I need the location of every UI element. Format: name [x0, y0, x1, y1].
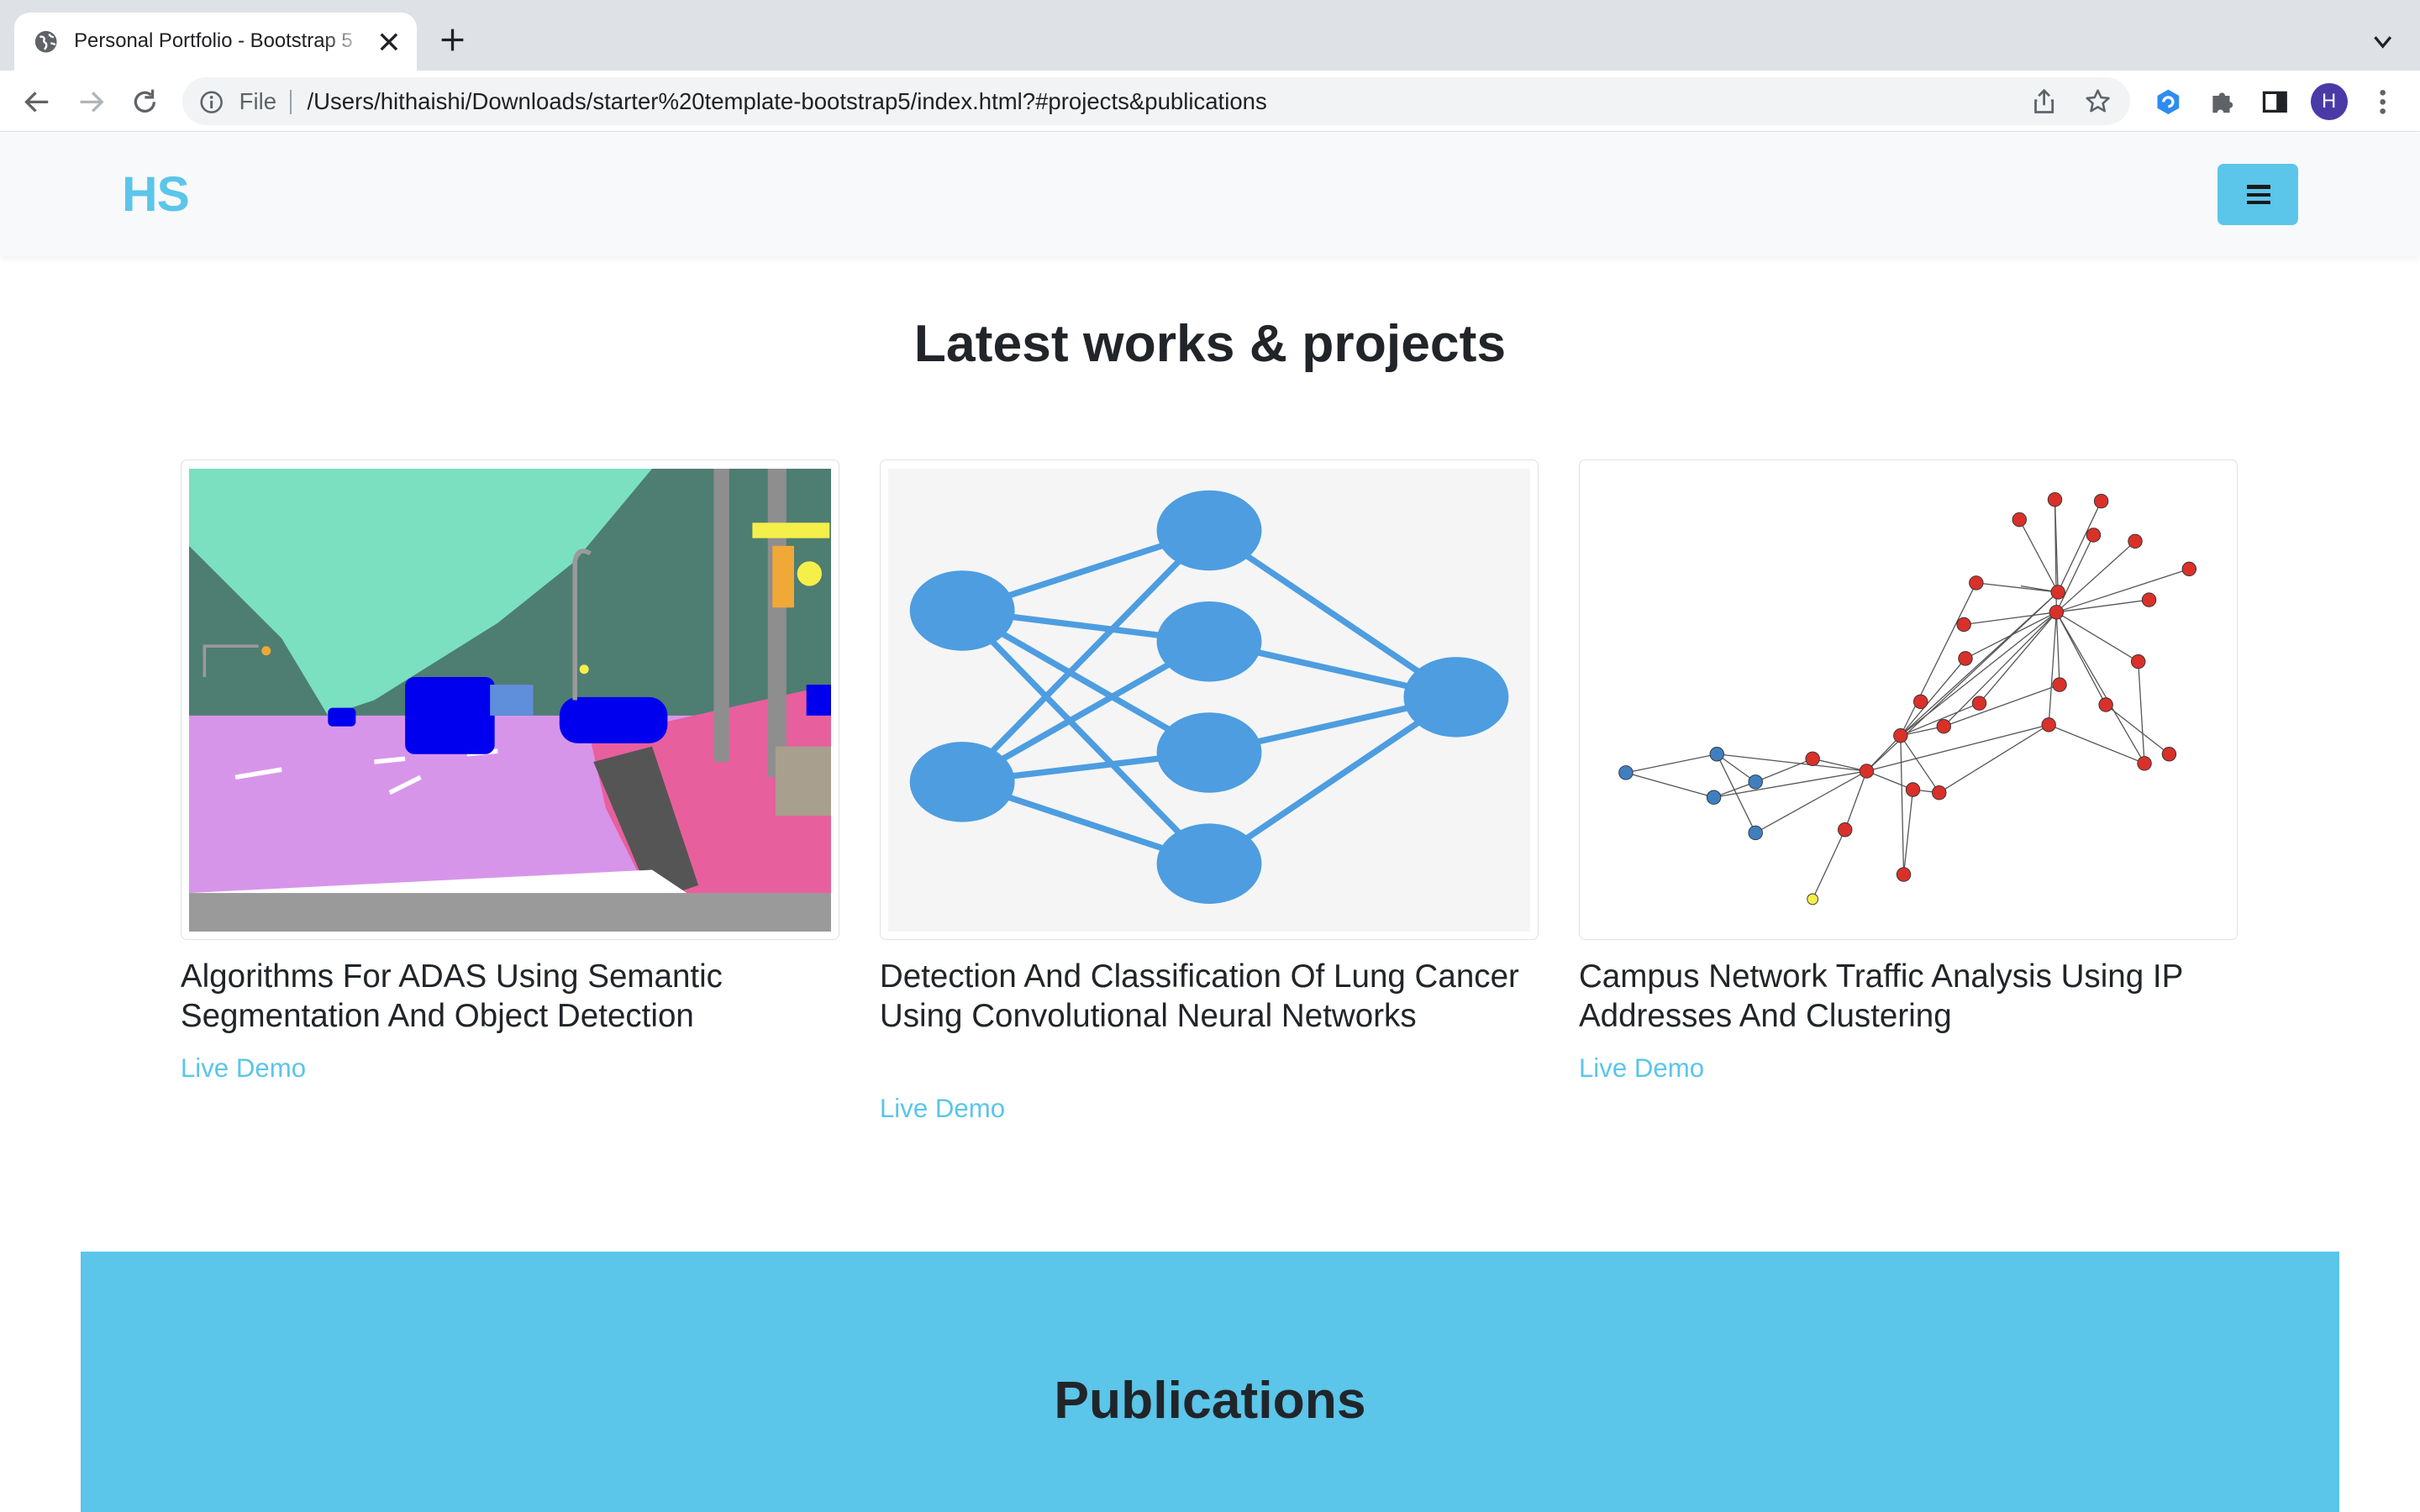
globe-icon [35, 30, 57, 53]
reload-icon[interactable] [129, 87, 160, 118]
live-demo-link[interactable]: Live Demo [1579, 1053, 1704, 1084]
new-tab-icon[interactable] [439, 26, 466, 54]
neural-network-diagram [888, 468, 1531, 932]
url-scheme-label: File [239, 87, 277, 114]
project-title: Campus Network Traffic Analysis Using IP… [1578, 958, 2183, 1035]
hamburger-bar [2247, 200, 2270, 205]
projects-section-title: Latest works & projects [913, 313, 1507, 373]
network-graph-image [1587, 468, 2230, 932]
site-navbar: HS [0, 132, 2420, 256]
hamburger-bar [2247, 192, 2270, 197]
url-divider [290, 89, 292, 114]
live-demo-link[interactable]: Live Demo [181, 1053, 306, 1084]
side-panel-icon[interactable] [2260, 87, 2291, 118]
tab-strip: Personal Portfolio - Bootstrap 5 [0, 0, 2420, 71]
more-vertical-icon[interactable] [2370, 87, 2395, 118]
project-thumbnail[interactable] [180, 459, 840, 940]
semantic-segmentation-image [189, 468, 832, 932]
project-title: Detection And Classification Of Lung Can… [879, 958, 1519, 1035]
chevron-down-icon[interactable] [2370, 29, 2395, 54]
navbar-toggler-button[interactable] [2217, 163, 2298, 226]
profile-avatar[interactable]: H [2310, 83, 2348, 121]
back-arrow-icon[interactable] [22, 87, 53, 118]
browser-tab[interactable]: Personal Portfolio - Bootstrap 5 [13, 12, 417, 71]
address-bar[interactable]: File /Users/hithaishi/Downloads/starter%… [182, 76, 2130, 125]
project-thumbnail[interactable] [879, 459, 1539, 940]
project-thumbnail[interactable] [1578, 459, 2238, 940]
hamburger-icon [2247, 185, 2270, 189]
live-demo-link[interactable]: Live Demo [880, 1094, 1005, 1124]
tab-title: Personal Portfolio - Bootstrap 5 [74, 29, 353, 52]
bookmark-star-icon[interactable] [2085, 88, 2111, 114]
browser-toolbar: File /Users/hithaishi/Downloads/starter%… [0, 71, 2420, 133]
puzzle-extensions-icon[interactable] [2207, 87, 2238, 118]
close-icon[interactable] [378, 31, 400, 53]
url-text[interactable]: /Users/hithaishi/Downloads/starter%20tem… [307, 88, 1266, 115]
share-icon[interactable] [2031, 88, 2057, 114]
extension-blue-icon[interactable] [2153, 87, 2184, 118]
forward-arrow-icon[interactable] [76, 87, 107, 118]
publications-section-title: Publications [1054, 1370, 1366, 1430]
info-icon[interactable] [199, 90, 224, 114]
brand-logo[interactable]: HS [122, 166, 190, 223]
project-title: Algorithms For ADAS Using Semantic Segme… [180, 958, 723, 1035]
